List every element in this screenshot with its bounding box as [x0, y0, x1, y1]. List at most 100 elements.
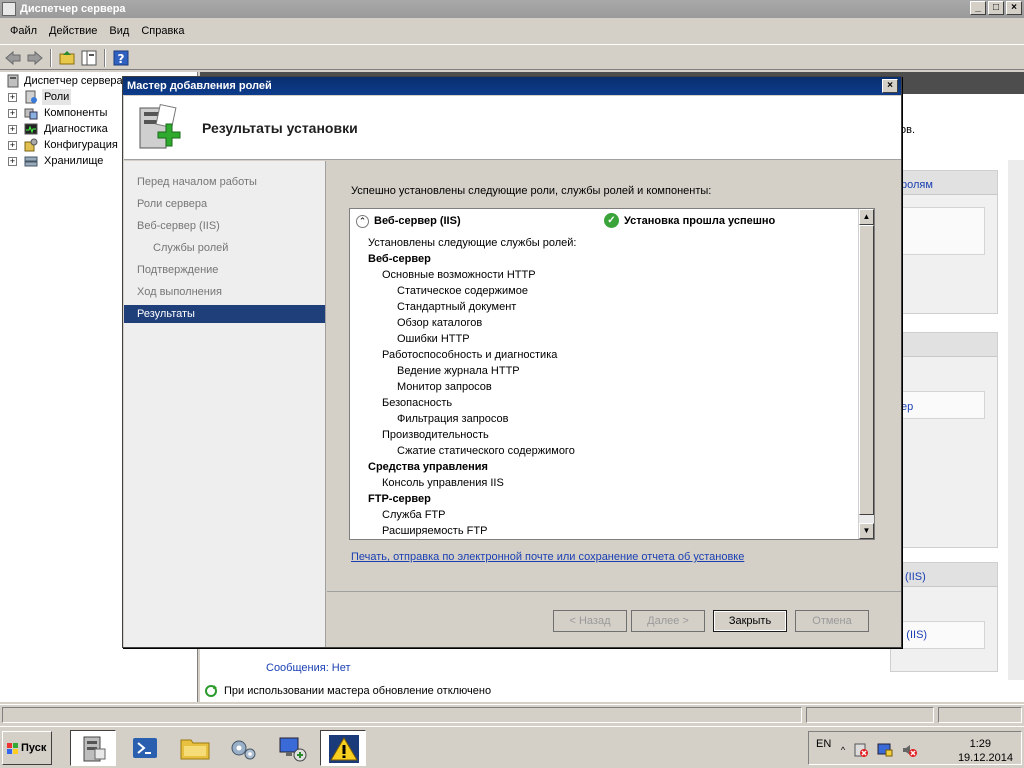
scroll-thumb[interactable] — [859, 225, 874, 515]
taskbar-app-network[interactable] — [270, 730, 316, 766]
server-manager-icon — [2, 2, 16, 16]
report-link[interactable]: Печать, отправка по электронной почте ил… — [351, 551, 744, 563]
powershell-icon — [133, 738, 157, 758]
taskbar-app-wizard[interactable] — [320, 730, 366, 766]
result-line: Средства управления — [368, 461, 488, 473]
expand-icon[interactable]: + — [8, 125, 17, 134]
tree-root-server-manager[interactable]: Диспетчер сервера — [24, 73, 123, 89]
toolbar-separator — [50, 49, 52, 67]
details-section-box: ролям — [890, 170, 998, 314]
taskbar-app-explorer[interactable] — [172, 730, 218, 766]
result-line: Статическое содержимое — [397, 285, 528, 297]
security-alert-icon[interactable] — [853, 742, 869, 758]
clock-time[interactable]: 1:29 — [970, 738, 991, 750]
tree-item-diagnostics[interactable]: Диагностика — [44, 121, 108, 137]
tree-item-configuration[interactable]: Конфигурация — [44, 137, 118, 153]
next-button[interactable]: Далее > — [631, 610, 705, 632]
result-line: Обзор каталогов — [397, 317, 483, 329]
show-hidden-icons-chevron-icon[interactable]: ^ — [835, 742, 851, 758]
up-folder-icon[interactable] — [58, 49, 76, 67]
wizard-step-server-roles[interactable]: Роли сервера — [124, 195, 325, 213]
results-scrollbar[interactable]: ▲ ▼ — [858, 209, 874, 539]
scroll-down-arrow-icon[interactable]: ▼ — [859, 523, 874, 539]
expand-icon[interactable]: + — [8, 93, 17, 102]
back-button[interactable]: < Назад — [553, 610, 627, 632]
diagnostics-icon — [24, 123, 38, 135]
wizard-step-web-server[interactable]: Веб-сервер (IIS) — [124, 217, 325, 235]
help-icon[interactable]: ? — [112, 49, 130, 67]
show-hide-console-tree-icon[interactable] — [80, 49, 98, 67]
expand-icon[interactable]: + — [8, 141, 17, 150]
wizard-step-role-services[interactable]: Службы ролей — [124, 239, 325, 257]
svg-text:?: ? — [118, 52, 125, 66]
taskbar-app-server-manager[interactable] — [70, 730, 116, 766]
roles-icon — [25, 90, 37, 104]
section-header — [891, 333, 997, 357]
maximize-button[interactable]: □ — [988, 1, 1004, 15]
details-section-box: (IIS) ер (IIS) — [890, 562, 998, 672]
installation-results-panel: ⌃ Веб-сервер (IIS) ✓ Установка прошла ус… — [349, 208, 875, 540]
features-icon — [24, 108, 38, 120]
menu-help[interactable]: Справка — [135, 25, 190, 37]
page-title: Результаты установки — [202, 120, 358, 136]
result-line: Расширяемость FTP — [382, 525, 488, 537]
result-line: Монитор запросов — [397, 381, 492, 393]
collapse-chevron-icon[interactable]: ⌃ — [356, 215, 369, 228]
result-line: Консоль управления IIS — [382, 477, 504, 489]
dialog-close-button[interactable]: × — [882, 79, 898, 93]
volume-muted-icon[interactable] — [901, 742, 917, 758]
minimize-button[interactable]: _ — [970, 1, 986, 15]
dialog-titlebar: Мастер добавления ролей × — [123, 77, 901, 95]
forward-arrow-icon[interactable] — [26, 49, 44, 67]
start-button[interactable]: Пуск — [2, 731, 52, 765]
toolbar: ? — [0, 44, 1024, 70]
refresh-status-text: При использовании мастера обновление отк… — [224, 685, 492, 697]
tree-item-features[interactable]: Компоненты — [44, 105, 107, 121]
clock-date[interactable]: 19.12.2014 — [958, 752, 1013, 764]
server-manager-icon — [7, 74, 19, 88]
network-status-icon[interactable] — [877, 742, 893, 758]
details-link[interactable]: ер — [901, 401, 913, 413]
menubar: Файл Действие Вид Справка — [0, 20, 1024, 42]
wizard-step-before-you-begin[interactable]: Перед началом работы — [124, 173, 325, 191]
wizard-step-progress[interactable]: Ход выполнения — [124, 283, 325, 301]
language-indicator[interactable]: EN — [816, 738, 831, 750]
wizard-step-confirmation[interactable]: Подтверждение — [124, 261, 325, 279]
wizard-step-results[interactable]: Результаты — [124, 305, 325, 323]
roles-summary-link[interactable]: ролям — [901, 179, 933, 191]
gears-icon — [231, 740, 256, 760]
back-arrow-icon[interactable] — [4, 49, 22, 67]
result-line: Производительность — [382, 429, 489, 441]
close-window-button[interactable]: × — [1006, 1, 1022, 15]
result-line: Служба FTP — [382, 509, 446, 521]
tree-item-storage[interactable]: Хранилище — [44, 153, 103, 169]
warning-icon — [329, 735, 359, 763]
expand-icon[interactable]: + — [8, 109, 17, 118]
add-role-server-icon — [139, 103, 181, 149]
main-window-title: Диспетчер сервера — [20, 3, 126, 15]
tree-item-roles[interactable]: Роли — [42, 89, 72, 105]
result-line: Основные возможности HTTP — [382, 269, 536, 281]
role-name: Веб-сервер (IIS) — [374, 215, 461, 227]
menu-action[interactable]: Действие — [43, 25, 103, 37]
iis-summary-link[interactable]: (IIS) — [905, 571, 926, 583]
details-section-box: ер — [890, 332, 998, 548]
scroll-up-arrow-icon[interactable]: ▲ — [859, 209, 874, 225]
results-intro-text: Успешно установлены следующие роли, служ… — [351, 185, 712, 197]
success-check-icon: ✓ — [604, 213, 619, 228]
result-line: Стандартный документ — [397, 301, 517, 313]
wizard-footer: < Назад Далее > Закрыть Отмена — [327, 591, 901, 647]
taskbar-app-control-panel[interactable] — [220, 730, 266, 766]
start-label: Пуск — [21, 742, 47, 754]
close-button[interactable]: Закрыть — [713, 610, 787, 632]
cancel-button[interactable]: Отмена — [795, 610, 869, 632]
messages-label: Сообщения: Нет — [266, 662, 351, 674]
statusbar-cell — [2, 707, 802, 723]
menu-file[interactable]: Файл — [4, 25, 43, 37]
details-scrollbar[interactable] — [1008, 160, 1024, 680]
folder-icon — [180, 739, 210, 760]
expand-icon[interactable]: + — [8, 157, 17, 166]
menu-view[interactable]: Вид — [103, 25, 135, 37]
wizard-steps-nav: Перед началом работы Роли сервера Веб-се… — [124, 161, 326, 647]
taskbar-app-powershell[interactable] — [122, 730, 168, 766]
